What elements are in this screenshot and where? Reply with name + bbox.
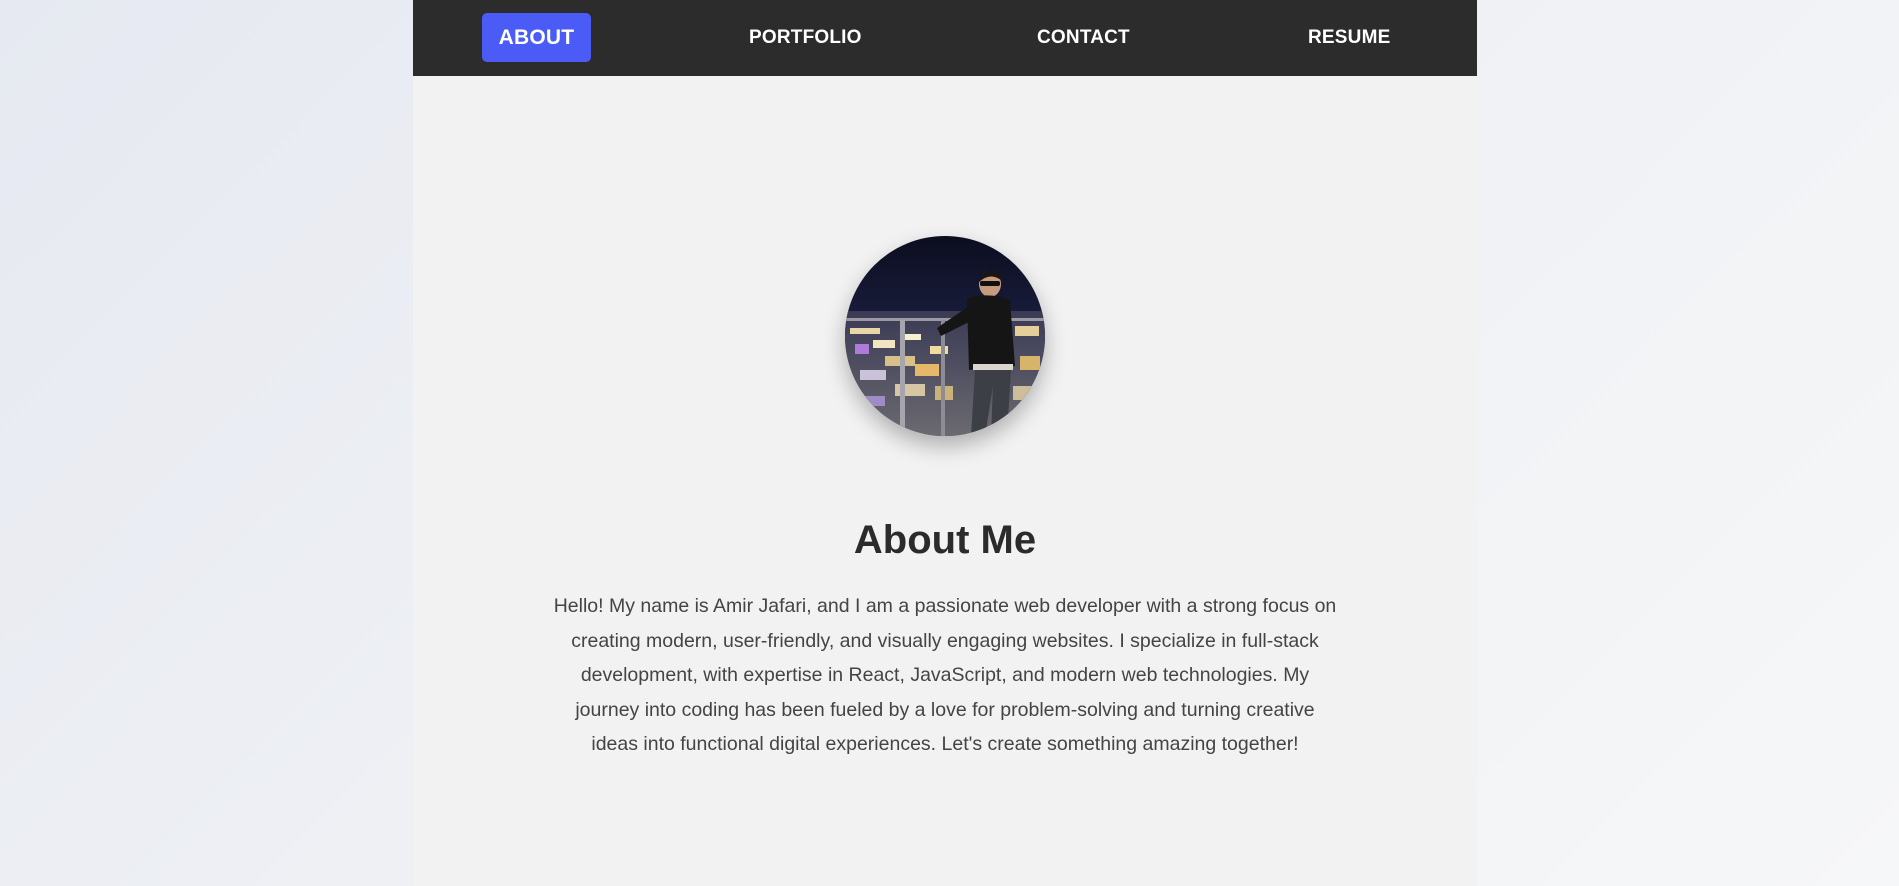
nav-link-resume[interactable]: RESUME	[1308, 13, 1391, 62]
nav-link-portfolio[interactable]: PORTFOLIO	[749, 13, 862, 62]
about-title: About Me	[853, 518, 1037, 562]
profile-photo-image	[845, 236, 1045, 436]
nav-link-contact[interactable]: CONTACT	[1037, 13, 1130, 62]
page-container: ABOUT PORTFOLIO CONTACT RESUME About Me …	[413, 0, 1477, 886]
top-navbar: ABOUT PORTFOLIO CONTACT RESUME	[413, 0, 1477, 76]
avatar	[845, 236, 1045, 436]
about-description: Hello! My name is Amir Jafari, and I am …	[553, 595, 1337, 756]
nav-link-about[interactable]: ABOUT	[482, 13, 591, 62]
